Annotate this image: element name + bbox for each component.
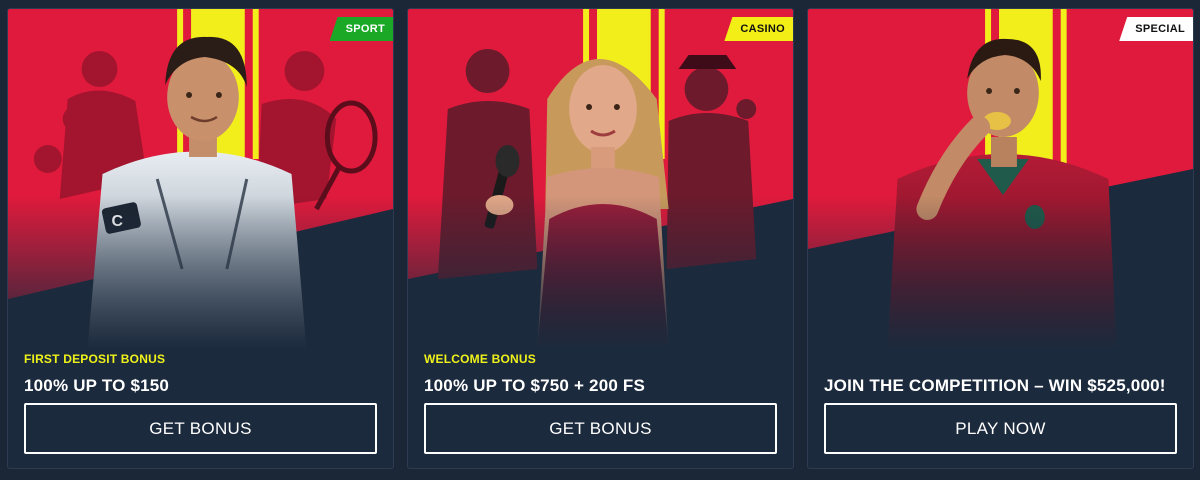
promo-cards: C SPORT FIRST DEPOSIT BONUS 100% UP TO $… — [0, 0, 1200, 480]
special-hero-image — [808, 9, 1193, 349]
promo-card-casino[interactable]: CASINO WELCOME BONUS 100% UP TO $750 + 2… — [407, 8, 794, 469]
casino-get-bonus-button[interactable]: GET BONUS — [424, 403, 777, 454]
special-play-now-button[interactable]: PLAY NOW — [824, 403, 1177, 454]
sport-subtitle: FIRST DEPOSIT BONUS — [24, 352, 166, 366]
sport-offer-info: FIRST DEPOSIT BONUS 100% UP TO $150 — [24, 351, 377, 397]
badge-special: SPECIAL — [1119, 17, 1193, 41]
promo-card-sport[interactable]: C SPORT FIRST DEPOSIT BONUS 100% UP TO $… — [7, 8, 394, 469]
casino-offer-text: 100% UP TO $750 + 200 FS — [424, 376, 646, 395]
sport-offer-text: 100% UP TO $150 — [24, 376, 170, 395]
sport-button-label: GET BONUS — [149, 418, 252, 438]
sport-hero-image: C — [8, 9, 393, 349]
sport-get-bonus-button[interactable]: GET BONUS — [24, 403, 377, 454]
casino-hero-image — [408, 9, 793, 349]
special-offer-info: JOIN THE COMPETITION – WIN $525,000! — [824, 351, 1177, 397]
special-subtitle — [824, 351, 1177, 367]
promo-card-special[interactable]: SPECIAL JOIN THE COMPETITION – WIN $525,… — [807, 8, 1194, 469]
special-button-label: PLAY NOW — [955, 418, 1046, 438]
special-offer-text: JOIN THE COMPETITION – WIN $525,000! — [824, 376, 1166, 395]
casino-offer-info: WELCOME BONUS 100% UP TO $750 + 200 FS — [424, 351, 777, 397]
badge-sport: SPORT — [329, 17, 393, 41]
badge-casino: CASINO — [724, 17, 793, 41]
casino-button-label: GET BONUS — [549, 418, 652, 438]
casino-subtitle: WELCOME BONUS — [424, 352, 536, 366]
